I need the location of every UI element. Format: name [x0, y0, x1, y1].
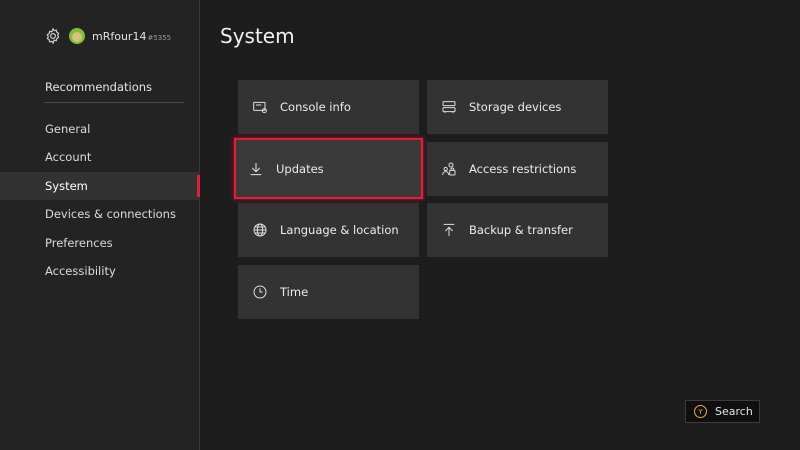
access-restrictions-icon [442, 162, 456, 176]
tile-label: Time [280, 285, 309, 299]
sidebar-item-account[interactable]: Account [0, 143, 200, 171]
gamertag-suffix: #5355 [147, 33, 172, 42]
search-label: Search [715, 405, 753, 418]
upload-icon [443, 223, 455, 236]
console-info-icon [253, 101, 267, 114]
tile-label: Updates [276, 161, 324, 176]
globe-icon [253, 223, 267, 237]
avatar[interactable] [69, 28, 85, 44]
tile-label: Storage devices [469, 100, 562, 114]
y-button-icon: Y [694, 405, 707, 418]
tile-updates[interactable]: Updates [234, 138, 423, 199]
sidebar: mRfour14#5355 Recommendations General Ac… [0, 0, 200, 450]
gear-icon[interactable] [44, 27, 62, 45]
tile-label: Access restrictions [469, 162, 577, 176]
clock-icon [253, 285, 267, 299]
sidebar-divider [44, 102, 184, 103]
sidebar-item-system[interactable]: System [0, 171, 200, 201]
sidebar-item-general[interactable]: General [0, 115, 200, 143]
storage-icon [442, 101, 456, 113]
sidebar-item-accessibility[interactable]: Accessibility [0, 257, 200, 285]
tile-console-info[interactable]: Console info [238, 80, 419, 134]
sidebar-item-recommendations[interactable]: Recommendations [45, 80, 152, 94]
tile-access-restrictions[interactable]: Access restrictions [427, 142, 608, 196]
sidebar-item-preferences[interactable]: Preferences [0, 229, 200, 257]
download-icon [250, 162, 262, 175]
gamertag: mRfour14#5355 [92, 29, 172, 43]
search-button[interactable]: Y Search [685, 400, 760, 423]
tile-label: Backup & transfer [469, 223, 573, 237]
profile-area[interactable]: mRfour14#5355 [44, 26, 171, 46]
sidebar-nav: General Account System Devices & connect… [0, 115, 200, 285]
tile-time[interactable]: Time [238, 265, 419, 319]
tile-label: Console info [280, 100, 351, 114]
sidebar-item-devices-connections[interactable]: Devices & connections [0, 200, 200, 228]
tile-storage-devices[interactable]: Storage devices [427, 80, 608, 134]
page-title: System [220, 24, 295, 48]
tile-language-location[interactable]: Language & location [238, 203, 419, 257]
tile-backup-transfer[interactable]: Backup & transfer [427, 203, 608, 257]
tile-label: Language & location [280, 223, 399, 237]
